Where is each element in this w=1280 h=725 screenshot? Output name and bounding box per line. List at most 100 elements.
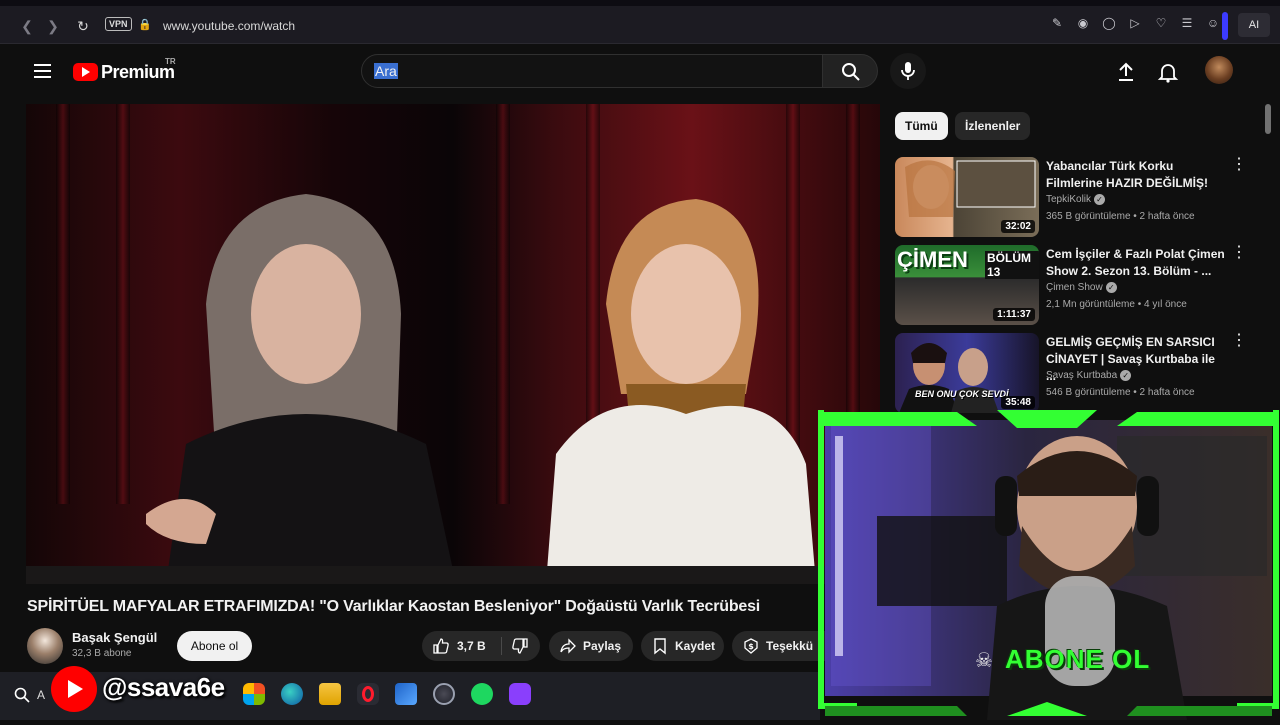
recommendation-meta: 2,1 Mn görüntüleme • 4 yıl önce [1046, 299, 1187, 310]
browser-toolbar: ❮ ❯ ↻ VPN 🔒 www.youtube.com/watch ✎ ◉ ◯ … [0, 0, 1280, 44]
thanks-button[interactable]: $ Teşekkü [732, 631, 827, 661]
channel-avatar[interactable] [27, 628, 63, 664]
sidebar-accent [1222, 12, 1228, 40]
curtain-fold [496, 104, 510, 504]
streamer-handle: @ssava6e [102, 672, 225, 702]
recommendation-meta: 546 B görüntüleme • 2 hafta önce [1046, 387, 1195, 398]
like-count: 3,7 B [457, 639, 486, 653]
recommendation-channel[interactable]: Çimen Show ✓ [1046, 282, 1117, 293]
verified-check-icon: ✓ [1105, 282, 1117, 293]
subscribe-button[interactable]: Abone ol [177, 631, 252, 661]
thanks-label: Teşekkü [766, 639, 814, 653]
skull-icon: ☠ [975, 650, 993, 672]
thumbnail-title-text: ÇİMEN [897, 247, 968, 272]
share-label: Paylaş [583, 639, 622, 653]
share-icon [560, 638, 576, 654]
extension-icons: ✎ ◉ ◯ ▷ ♡ ☰ ☺ [1050, 16, 1220, 30]
forward-icon[interactable]: ❯ [44, 17, 62, 35]
ai-button[interactable]: AI [1238, 13, 1270, 37]
profile-icon[interactable]: ☺ [1206, 16, 1220, 30]
svg-text:$: $ [748, 642, 754, 651]
more-options-icon[interactable]: ⋮ [1231, 333, 1247, 349]
bookmark-icon [654, 638, 666, 655]
like-button[interactable]: 3,7 B [422, 631, 500, 661]
recommendation-title[interactable]: Cem İşçiler & Fazlı Polat Çimen Show 2. … [1046, 246, 1226, 280]
youtube-play-logo-icon [73, 63, 98, 81]
youtube-premium-logo[interactable]: Premium TR [73, 57, 176, 82]
webcam-overlay: ABONE OL ☠ [817, 406, 1280, 720]
taskbar-search-text[interactable]: A [37, 688, 45, 702]
reload-icon[interactable]: ↻ [74, 17, 92, 35]
youtube-overlay-logo-icon [51, 666, 97, 712]
curtain-fold [56, 104, 70, 504]
search-icon [842, 63, 860, 81]
video-thumbnail[interactable]: BEN ONU ÇOK SEVDİ 35:48 [895, 333, 1039, 413]
thumbnail-caption: BEN ONU ÇOK SEVDİ [915, 389, 1009, 399]
settings-app-icon[interactable] [433, 683, 455, 705]
taskbar-search-icon[interactable] [14, 687, 30, 703]
hamburger-menu-icon[interactable] [34, 64, 51, 78]
logo-country-code: TR [165, 57, 176, 66]
spotify-icon[interactable] [471, 683, 493, 705]
recommendation-item[interactable]: ÇİMEN BÖLÜM 13 1:11:37 Cem İşçiler & Faz… [895, 245, 1250, 327]
save-label: Kaydet [675, 639, 716, 653]
share-button[interactable]: Paylaş [549, 631, 633, 661]
notifications-bell-icon[interactable] [1156, 60, 1180, 84]
video-duration: 1:11:37 [993, 308, 1035, 321]
video-duration: 32:02 [1001, 220, 1035, 233]
video-player[interactable] [26, 104, 880, 584]
like-dislike-group: 3,7 B [422, 631, 540, 661]
video-title: SPİRİTÜEL MAFYALAR ETRAFIMIZDA! "O Varlı… [27, 598, 761, 615]
more-options-icon[interactable]: ⋮ [1231, 157, 1247, 173]
lock-icon[interactable]: 🔒 [138, 18, 152, 31]
channel-row: Başak Şengül 32,3 B abone Abone ol 3,7 B… [27, 626, 827, 666]
upload-icon[interactable] [1114, 60, 1138, 84]
recommendation-channel-name: TepkiKolik [1046, 194, 1092, 206]
vpn-badge[interactable]: VPN [105, 17, 132, 31]
video-thumbnail[interactable]: ÇİMEN BÖLÜM 13 1:11:37 [895, 245, 1039, 325]
video-host-right [546, 199, 816, 584]
recommendation-item[interactable]: 32:02 Yabancılar Türk Korku Filmlerine H… [895, 157, 1250, 239]
camera-icon[interactable]: ◉ [1076, 16, 1090, 30]
mail-app-icon[interactable] [395, 683, 417, 705]
recommendation-item[interactable]: BEN ONU ÇOK SEVDİ 35:48 GELMİŞ GEÇMİŞ EN… [895, 333, 1250, 415]
recommendation-channel[interactable]: Savaş Kurtbaba ✓ [1046, 370, 1132, 382]
video-thumbnail[interactable]: 32:02 [895, 157, 1039, 237]
url-text[interactable]: www.youtube.com/watch [163, 19, 295, 33]
recommendation-channel-name: Savaş Kurtbaba [1046, 370, 1118, 382]
more-options-icon[interactable]: ⋮ [1231, 245, 1247, 261]
dislike-button[interactable] [502, 631, 540, 661]
recommendation-channel-name: Çimen Show [1046, 282, 1103, 294]
logo-text: Premium [101, 61, 175, 82]
menu-list-icon[interactable]: ☰ [1180, 16, 1194, 30]
scrollbar-thumb[interactable] [1265, 104, 1271, 134]
abone-ol-banner: ABONE OL [1005, 644, 1151, 674]
recommendation-title[interactable]: Yabancılar Türk Korku Filmlerine HAZIR D… [1046, 158, 1226, 192]
opera-browser-icon[interactable] [357, 683, 379, 705]
chip-watched[interactable]: İzlenenler [955, 112, 1031, 140]
microphone-icon [901, 62, 915, 80]
table-surface [26, 566, 880, 584]
chip-all[interactable]: Tümü [895, 112, 948, 140]
user-avatar[interactable] [1205, 56, 1233, 84]
video-host-left [146, 194, 456, 584]
media-app-icon[interactable] [509, 683, 531, 705]
back-icon[interactable]: ❮ [18, 17, 36, 35]
thumbs-down-icon [512, 638, 528, 654]
voice-search-button[interactable] [890, 53, 926, 89]
file-explorer-icon[interactable] [319, 683, 341, 705]
search-button[interactable] [822, 54, 878, 88]
recommendation-channel[interactable]: TepkiKolik ✓ [1046, 194, 1106, 206]
search-box[interactable]: Ara [361, 54, 823, 88]
edit-icon[interactable]: ✎ [1050, 16, 1064, 30]
copilot-icon[interactable] [243, 683, 265, 705]
play-icon[interactable]: ▷ [1128, 16, 1142, 30]
shield-icon[interactable]: ◯ [1102, 16, 1116, 30]
curtain-fold [116, 104, 130, 504]
search-input[interactable]: Ara [374, 63, 398, 79]
youtube-header: Premium TR Ara [0, 44, 1264, 100]
save-button[interactable]: Kaydet [641, 631, 724, 661]
edge-browser-icon[interactable] [281, 683, 303, 705]
channel-name[interactable]: Başak Şengül [72, 630, 157, 645]
heart-icon[interactable]: ♡ [1154, 16, 1168, 30]
